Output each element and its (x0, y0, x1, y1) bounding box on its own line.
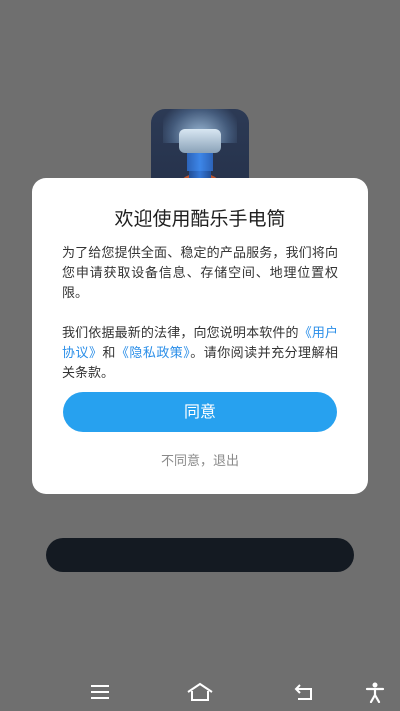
screen: 欢迎使用酷乐手电筒 为了给您提供全面、稳定的产品服务，我们将向您申请获取设备信息… (0, 0, 400, 711)
terms-prefix-text: 我们依据最新的法律，向您说明本软件的 (62, 326, 299, 341)
agree-button[interactable]: 同意 (63, 392, 337, 432)
dialog-paragraph-terms: 我们依据最新的法律，向您说明本软件的《用户协议》和《隐私政策》。请你阅读并充分理… (62, 324, 338, 384)
home-icon[interactable] (186, 681, 214, 703)
system-navigation-bar (0, 672, 400, 711)
and-text: 和 (102, 346, 116, 361)
accessibility-icon[interactable] (365, 681, 385, 703)
bottom-pill-bar (46, 538, 354, 572)
dialog-title: 欢迎使用酷乐手电筒 (114, 208, 286, 230)
back-icon[interactable] (294, 681, 316, 703)
menu-icon[interactable] (89, 681, 111, 703)
disagree-exit-button[interactable]: 不同意，退出 (32, 450, 368, 469)
privacy-policy-link[interactable]: 《隐私政策》 (116, 346, 190, 361)
privacy-dialog: 欢迎使用酷乐手电筒 为了给您提供全面、稳定的产品服务，我们将向您申请获取设备信息… (32, 178, 368, 494)
dialog-paragraph-permissions: 为了给您提供全面、稳定的产品服务，我们将向您申请获取设备信息、存储空间、地理位置… (62, 246, 338, 301)
